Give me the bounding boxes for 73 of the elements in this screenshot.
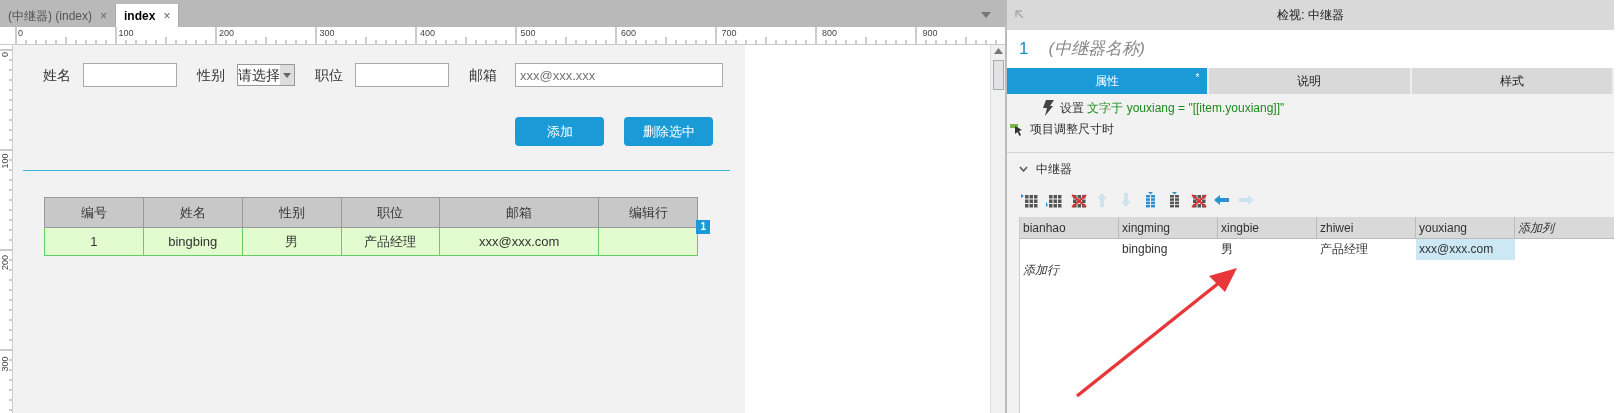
scrollbar[interactable] [990,45,1005,413]
ruler-label: 100 [118,28,134,38]
ruler-label: 0 [18,28,23,38]
ruler-label: 300 [0,356,10,372]
ruler-label: 200 [219,28,235,38]
insert-row-icon[interactable] [1045,192,1063,208]
column-header[interactable]: xingbie [1218,217,1317,239]
grid-cell[interactable]: 产品经理 [1317,239,1416,260]
lightning-icon [1043,100,1054,116]
field-label: 邮箱 [469,65,497,85]
ruler-label: 900 [922,28,938,38]
input-field[interactable] [355,63,449,87]
ruler-label: 400 [420,28,436,38]
widget-name[interactable]: (中继器名称) [1048,36,1145,62]
cursor-icon [1010,122,1024,136]
add-row-link[interactable]: 添加行 [1020,260,1119,281]
field-label: 姓名 [43,65,71,85]
action-verb: 设置 [1060,101,1084,115]
chevron-icon[interactable] [1019,166,1028,172]
ruler-label: 100 [0,153,10,169]
panel-title: 检视: 中继器 [1277,7,1344,24]
grid-cell[interactable]: 男 [1218,239,1317,260]
input-field[interactable] [83,63,177,87]
ruler-label: 200 [0,254,10,270]
close-button[interactable]: × [163,6,171,25]
field-label: 性别 [197,65,225,85]
grid-cell[interactable]: bingbing [1119,239,1218,260]
panel-tab[interactable]: 说明 [1209,68,1412,94]
column-header[interactable]: zhiwei [1317,217,1416,239]
scroll-up-icon[interactable] [993,48,1003,54]
ruler-label: 600 [621,28,637,38]
tab-label[interactable]: (中继器) (index) [8,6,92,25]
grid-cell[interactable]: xxx@xxx.com [1416,239,1515,260]
ruler-label: 500 [520,28,536,38]
arrow-left-icon[interactable] [1213,192,1231,208]
table-cell: 男 [242,227,341,256]
select-field[interactable]: 请选择 [237,64,295,86]
ruler-label: 800 [822,28,838,38]
ruler-label: 300 [319,28,335,38]
insert-row-icon[interactable] [1021,192,1039,208]
column-header[interactable]: bianhao [1020,217,1119,239]
column-header[interactable]: xingming [1119,217,1218,239]
delete-grid-icon[interactable] [1069,192,1087,208]
panel-tab[interactable]: 样式 [1411,68,1614,94]
delete-grid-icon[interactable] [1189,192,1207,208]
caret-icon [283,72,291,78]
column-header: 编辑行 [598,197,698,228]
row-marker: 1 [696,220,710,234]
dropdown-icon[interactable] [981,12,991,18]
scroll-thumb[interactable] [992,60,1004,90]
section-title: 中继器 [1036,161,1072,178]
widget-number: 1 [1019,38,1029,61]
column-header: 性别 [242,197,341,228]
table-cell: 产品经理 [341,227,440,256]
modified-mark: * [1195,71,1200,85]
table-cell: xxx@xxx.com [439,227,599,256]
document-tab[interactable]: index × [116,4,180,27]
select-value: 请选择 [238,65,280,85]
pin-icon[interactable] [1015,10,1024,19]
table-cell: 1 [44,227,144,256]
column-header: 编号 [44,197,144,228]
event-text: 项目调整尺寸时 [1030,121,1114,138]
field-label: 职位 [315,65,343,85]
add-column-link[interactable]: 添加列 [1515,217,1614,239]
tab-label[interactable]: index [124,6,156,25]
column-header: 姓名 [143,197,243,228]
column-header: 职位 [341,197,440,228]
input-field[interactable]: xxx@xxx.xxx [515,63,723,87]
action-detail: 文字于 youxiang = "[[item.youxiang]]" [1087,101,1285,115]
table-cell: bingbing [143,227,243,256]
ruler-label: 0 [0,52,10,57]
column-header: 邮箱 [439,197,599,228]
ruler-label: 700 [721,28,737,38]
